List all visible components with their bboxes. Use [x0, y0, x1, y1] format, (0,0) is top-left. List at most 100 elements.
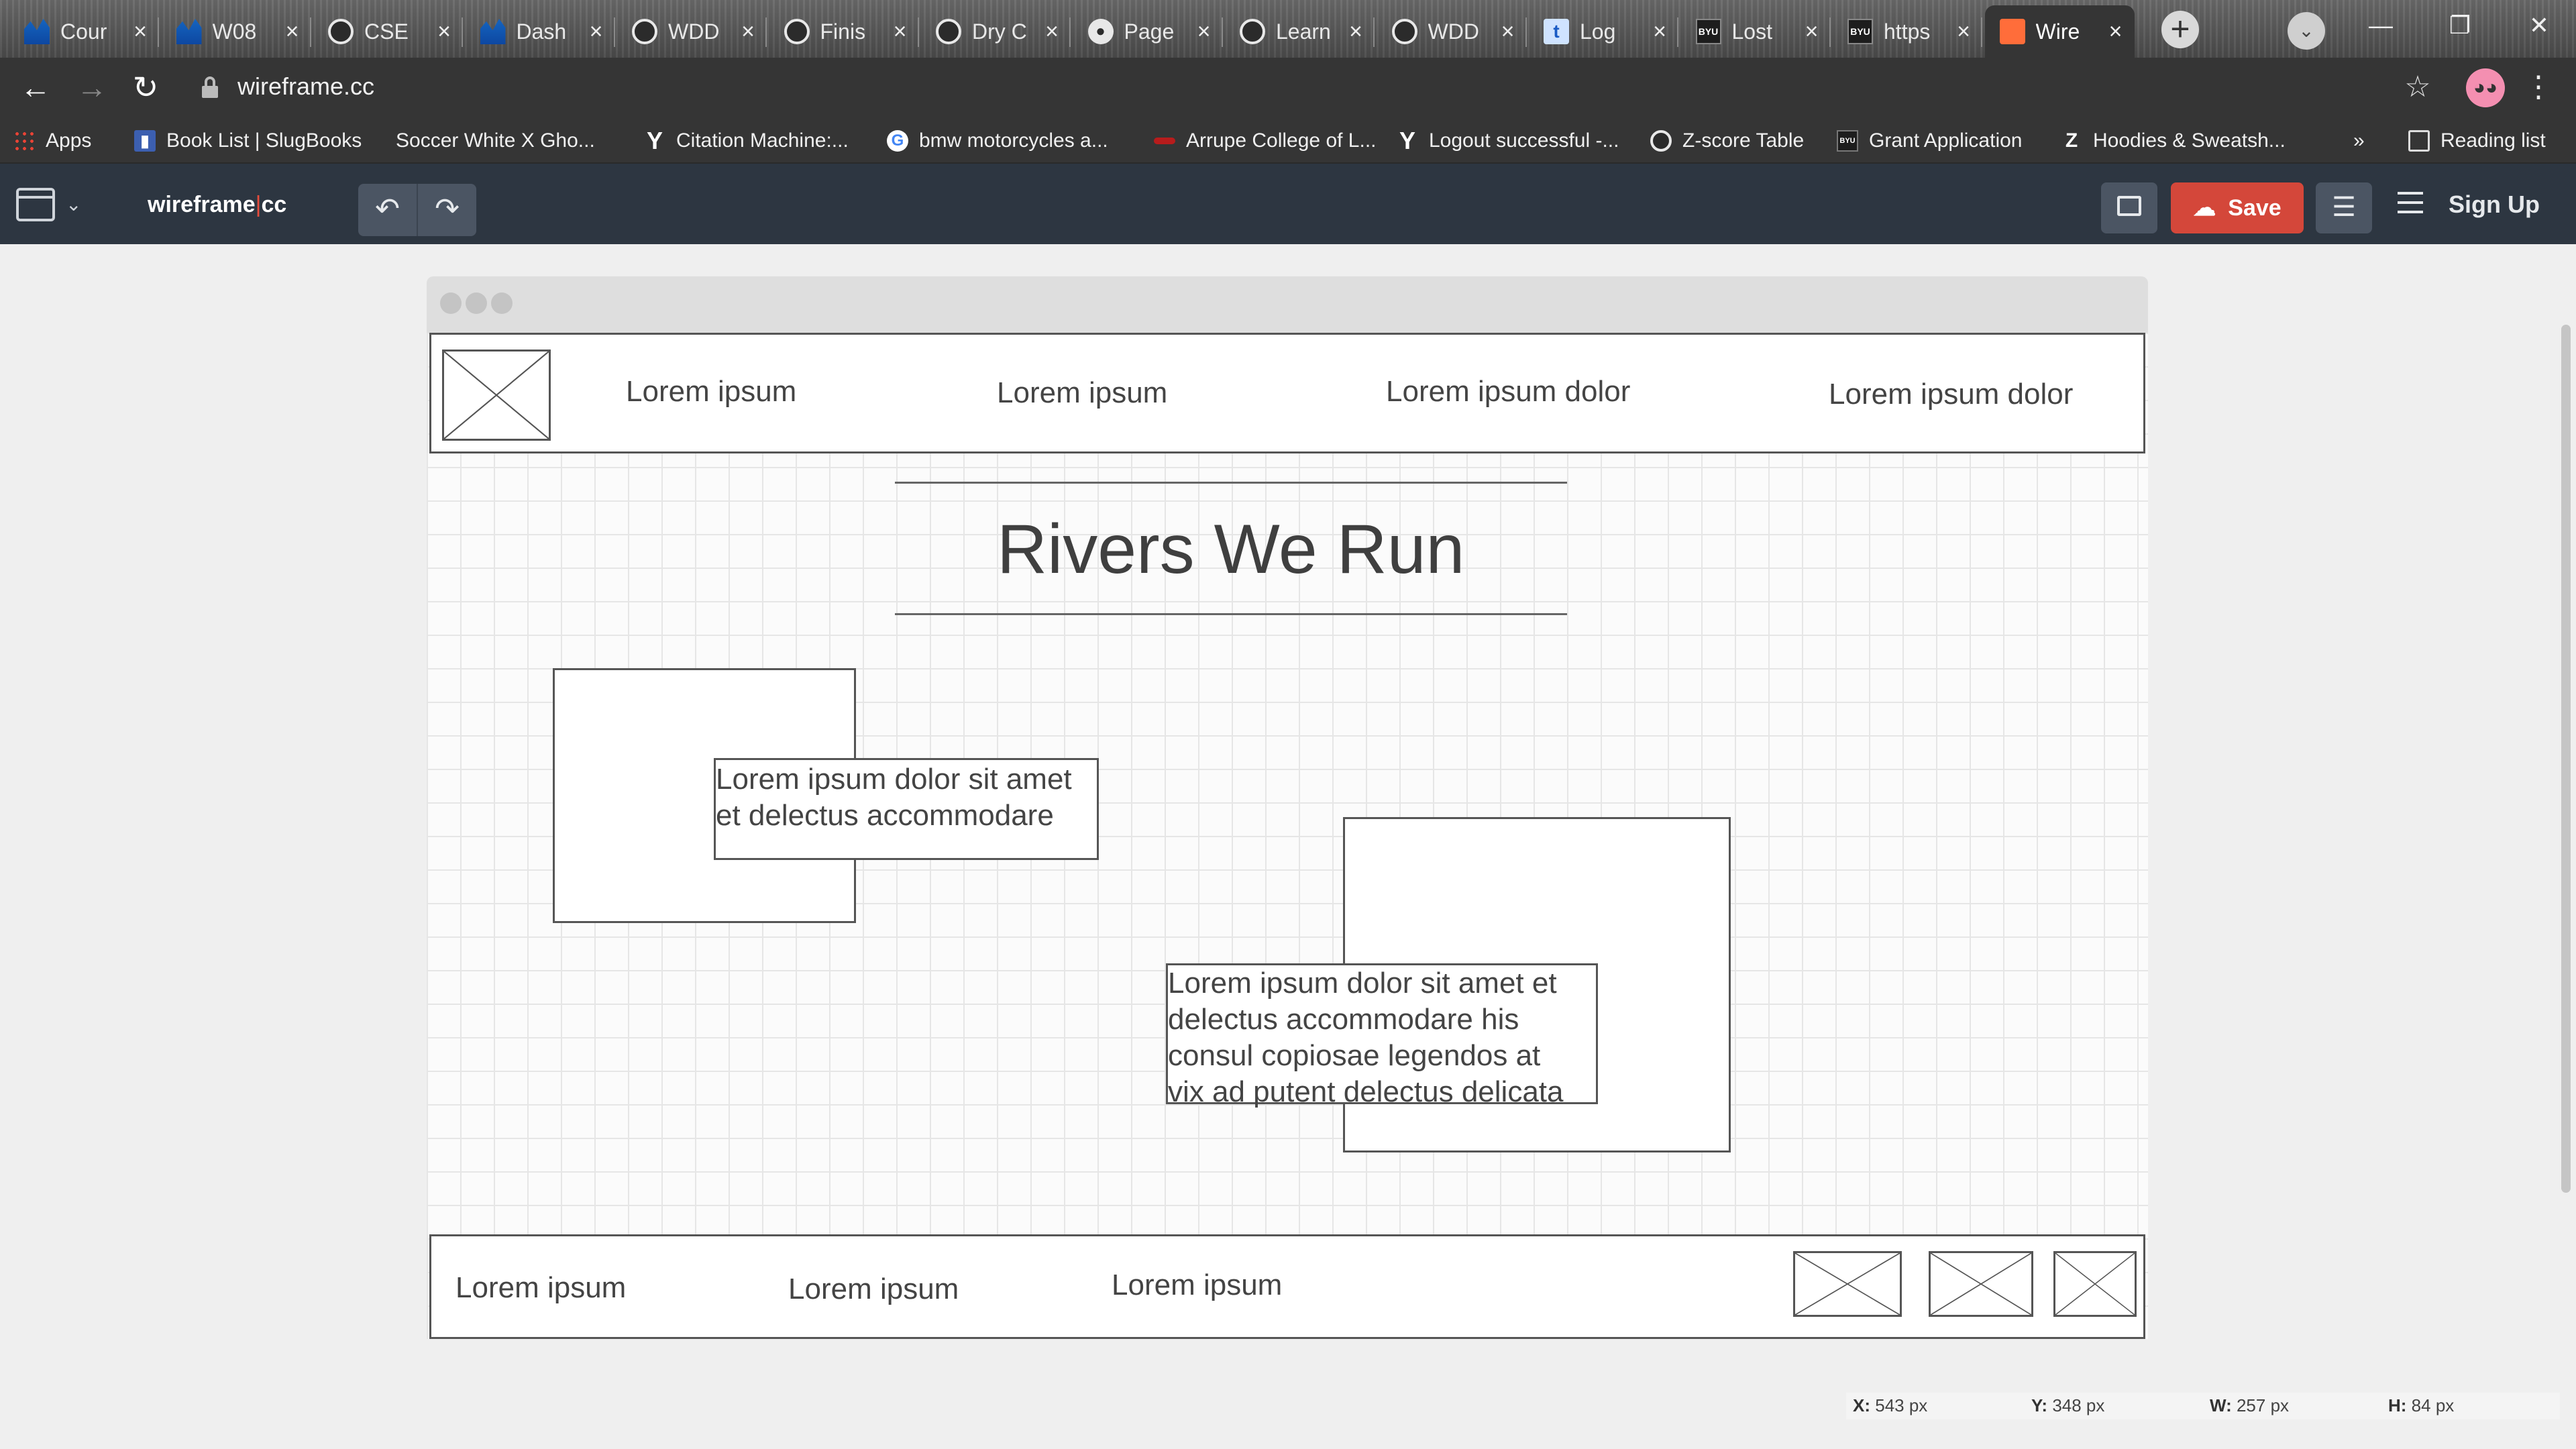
footer-link[interactable]: Lorem ipsum — [1112, 1269, 1282, 1302]
browser-tab-strip: Cour × W08 × CSE × Dash × WDD × Finis × Dry C × ● Page ×… — [0, 0, 2576, 58]
browser-tab[interactable]: Dry C × — [921, 5, 1071, 58]
google-icon: G — [887, 130, 908, 152]
bookmark-item[interactable]: Apps — [13, 125, 91, 157]
caption-box[interactable]: Lorem ipsum dolor sit amet et delectus a… — [714, 758, 1099, 860]
browser-tab[interactable]: BYU https × — [1833, 5, 1982, 58]
bookmark-star-icon[interactable]: ☆ — [2398, 67, 2438, 107]
close-tab-icon[interactable]: × — [1038, 19, 1065, 45]
browser-tab[interactable]: Cour × — [9, 5, 159, 58]
bookmark-item[interactable]: Z Hoodies & Sweatsh... — [2061, 125, 2286, 157]
tab-search-icon[interactable]: ⌄ — [2288, 12, 2325, 50]
page-title[interactable]: Rivers We Run — [997, 510, 1464, 590]
tab-separator — [309, 17, 311, 47]
browser-tab[interactable]: Dash × — [466, 5, 615, 58]
settings-sliders-button[interactable]: ☰ — [2316, 182, 2372, 233]
browser-tab[interactable]: WDD × — [617, 5, 767, 58]
browser-tab[interactable]: WDD × — [1377, 5, 1527, 58]
back-arrow-icon[interactable]: ← — [15, 67, 56, 109]
close-tab-icon[interactable]: × — [1799, 19, 1825, 45]
caption-line: consul copiosae legendos at — [1168, 1039, 1541, 1072]
browser-tab[interactable]: W08 × — [162, 5, 311, 58]
close-tab-icon[interactable]: × — [127, 19, 154, 45]
title-rule-top[interactable] — [895, 482, 1567, 484]
globe-icon — [1650, 130, 1672, 152]
w-readout: W: 257 px — [2210, 1395, 2290, 1415]
redo-button[interactable]: ↷ — [418, 184, 476, 236]
reload-icon[interactable]: ↻ — [125, 67, 166, 109]
logo-image-placeholder[interactable] — [442, 350, 551, 441]
caption-box[interactable]: Lorem ipsum dolor sit amet et delectus a… — [1166, 963, 1598, 1108]
close-tab-icon[interactable]: × — [1495, 19, 1521, 45]
bookmarks-overflow-button[interactable]: » — [2353, 125, 2365, 157]
browser-menu-icon[interactable]: ⋮ — [2524, 67, 2553, 107]
new-tab-button[interactable]: + — [2161, 11, 2199, 48]
pages-menu-button[interactable]: ⌄ — [16, 188, 83, 223]
tab-title: https — [1884, 19, 1931, 44]
social-image-placeholder[interactable] — [1929, 1251, 2033, 1317]
restore-icon[interactable]: ❐ — [2420, 0, 2500, 52]
comment-button[interactable] — [2101, 182, 2157, 233]
forward-arrow-icon[interactable]: → — [71, 67, 113, 109]
zappos-icon: Z — [2065, 129, 2078, 152]
citation-icon: Y — [646, 127, 663, 154]
nav-link[interactable]: Lorem ipsum — [626, 375, 796, 409]
bookmark-item[interactable]: Z-score Table — [1650, 125, 1804, 157]
bookmark-item[interactable]: Gbmw motorcycles a... — [887, 125, 1108, 157]
browser-tab[interactable]: Finis × — [769, 5, 919, 58]
nav-link[interactable]: Lorem ipsum dolor — [1386, 375, 1630, 409]
browser-tab[interactable]: Learn × — [1225, 5, 1375, 58]
tab-title: CSE — [364, 19, 409, 44]
app-logo[interactable]: wireframe|cc — [148, 192, 286, 218]
tab-title: W08 — [212, 19, 257, 44]
title-rule-bottom[interactable] — [895, 613, 1567, 615]
vertical-scrollbar[interactable] — [2561, 325, 2571, 1193]
browser-tab[interactable]: t Log × — [1529, 5, 1678, 58]
close-tab-icon[interactable]: × — [2102, 19, 2129, 45]
bookmark-item[interactable]: Y Logout successful -... — [1397, 125, 1619, 157]
wireframe-page[interactable]: Lorem ipsum Lorem ipsum Lorem ipsum dolo… — [427, 333, 2148, 1339]
close-tab-icon[interactable]: × — [1191, 19, 1218, 45]
close-tab-icon[interactable]: × — [887, 19, 914, 45]
wf-footer[interactable]: Lorem ipsum Lorem ipsum Lorem ipsum — [429, 1234, 2145, 1339]
social-image-placeholder[interactable] — [2053, 1251, 2137, 1317]
bookmark-item[interactable]: Soccer White X Gho... — [396, 125, 595, 157]
bookmark-label: Arrupe College of L... — [1186, 129, 1377, 152]
social-image-placeholder[interactable] — [1793, 1251, 1902, 1317]
bookmark-item[interactable]: BYU Grant Application — [1837, 125, 2022, 157]
url-field[interactable]: wireframe.cc — [237, 72, 374, 101]
sign-up-link[interactable]: Sign Up — [2449, 191, 2540, 219]
wf-header[interactable]: Lorem ipsum Lorem ipsum Lorem ipsum dolo… — [429, 333, 2145, 453]
undo-button[interactable]: ↶ — [358, 184, 418, 236]
nav-link[interactable]: Lorem ipsum — [997, 376, 1167, 410]
lock-icon[interactable] — [201, 76, 219, 99]
footer-link[interactable]: Lorem ipsum — [788, 1273, 959, 1306]
reading-list-button[interactable]: Reading list — [2408, 125, 2546, 157]
browser-tab[interactable]: ● Page × — [1073, 5, 1223, 58]
save-label: Save — [2228, 195, 2282, 221]
close-tab-icon[interactable]: × — [279, 19, 306, 45]
close-tab-icon[interactable]: × — [1950, 19, 1977, 45]
slugbooks-icon: ▮ — [134, 130, 156, 152]
hamburger-menu-icon[interactable] — [2398, 192, 2424, 216]
bookmark-item[interactable]: ▮ Book List | SlugBooks — [134, 125, 362, 157]
browser-tab[interactable]: CSE × — [313, 5, 463, 58]
close-tab-icon[interactable]: × — [583, 19, 610, 45]
close-tab-icon[interactable]: × — [1646, 19, 1673, 45]
globe-icon — [1240, 19, 1265, 44]
profile-avatar[interactable]: ◕◕ — [2466, 68, 2505, 107]
tab-active[interactable]: Wire × — [1984, 5, 2135, 58]
close-tab-icon[interactable]: × — [431, 19, 458, 45]
nav-link[interactable]: Lorem ipsum dolor — [1829, 378, 2073, 411]
save-button[interactable]: ☁ Save — [2171, 182, 2304, 233]
footer-link[interactable]: Lorem ipsum — [455, 1271, 626, 1305]
browser-tab[interactable]: BYU Lost × — [1681, 5, 1831, 58]
tab-separator — [765, 17, 767, 47]
bookmark-item[interactable]: Y Citation Machine:... — [644, 125, 849, 157]
globe-icon — [936, 19, 961, 44]
history-buttons: ↶ ↷ — [358, 184, 476, 236]
close-tab-icon[interactable]: × — [735, 19, 761, 45]
bookmark-item[interactable]: Arrupe College of L... — [1154, 125, 1377, 157]
minimize-icon[interactable]: — — [2341, 0, 2420, 52]
close-window-icon[interactable]: ✕ — [2500, 0, 2576, 52]
close-tab-icon[interactable]: × — [1342, 19, 1369, 45]
